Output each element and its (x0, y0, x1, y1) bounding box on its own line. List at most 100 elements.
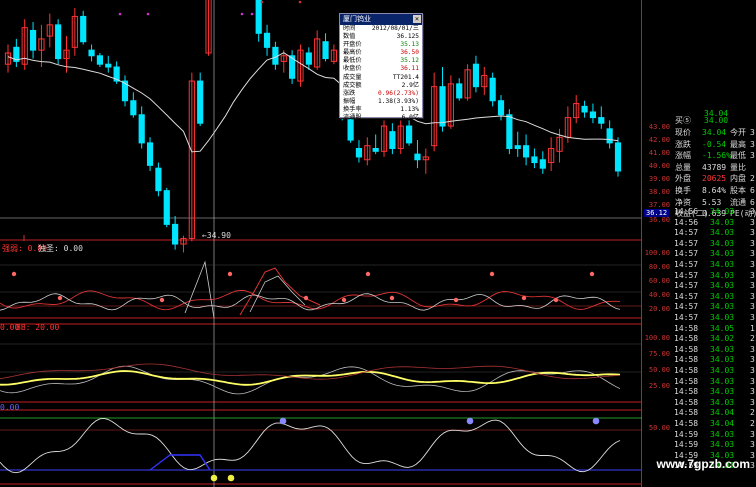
tick-row[interactable]: 14:58 34.04 2 (672, 408, 756, 419)
candle-body (522, 145, 530, 158)
tick-row[interactable]: 14:59 34.03 3 (672, 430, 756, 441)
quote-label-2: 内盘 (730, 174, 746, 184)
close-icon[interactable]: × (413, 15, 421, 23)
quote-value: 34.04 (702, 128, 727, 137)
candle-body (163, 190, 170, 225)
tick-volume: 3 (750, 440, 755, 450)
tooltip-row-value: 35.13 (400, 41, 419, 49)
chart-canvas[interactable] (0, 0, 642, 487)
tick-row[interactable]: 14:57 34.03 3 (672, 228, 756, 239)
candle-body (489, 77, 496, 102)
tick-row[interactable]: 14:57 34.03 3 (672, 281, 756, 292)
candle-body (146, 142, 154, 166)
candle-body (80, 15, 87, 43)
tick-price: 34.03 (710, 344, 735, 354)
ind2-axis-label: 50.00 (648, 366, 670, 374)
tick-row[interactable]: 14:56 34.03 3 (672, 218, 756, 229)
quote-row: 外盘 20625 内盘 2 (672, 173, 756, 185)
quote-label: 涨幅 (675, 151, 691, 161)
tick-price: 34.03 (710, 366, 735, 375)
tooltip-rows: 时间 2012/08/01/三 数值 36.125 开盘价 35.13 最高价 36.50 最低… (340, 25, 422, 122)
buy5-label: 买⑤ (675, 116, 691, 125)
tick-row[interactable]: 14:57 34.03 3 (672, 271, 756, 282)
signal-dot (57, 295, 63, 301)
quote-value: 43789 (702, 162, 727, 172)
tick-row[interactable]: 14:56 34.03 3 (672, 207, 756, 218)
tick-volume: 3 (750, 291, 755, 301)
tick-volume: 3 (750, 228, 755, 238)
tick-time: 14:58 (674, 376, 699, 386)
smiley-icon (466, 417, 474, 425)
top-marker (250, 12, 254, 16)
candle-body (197, 80, 204, 124)
tick-row[interactable]: 14:58 34.05 1 (672, 324, 756, 335)
quote-label-2: 股本 (730, 186, 746, 195)
quote-value: -0.54 (702, 139, 727, 149)
ind1-axis-label: 80.00 (648, 263, 670, 271)
kline-chart-area[interactable]: ←34.90 强弱: 0.00 独圣: 0.00 0.00 BB: 20.00 … (0, 0, 642, 487)
candle-body (88, 49, 95, 57)
tooltip-row-value: 0.96(2.73%) (378, 89, 419, 97)
tick-row[interactable]: 14:57 34.03 3 (672, 313, 756, 324)
quote-label: 外盘 (675, 174, 691, 184)
tooltip-row-label: 成交额 (343, 81, 362, 89)
tick-time: 14:57 (674, 291, 699, 301)
tick-volume: 3 (750, 397, 755, 407)
candle-body (96, 55, 104, 65)
tick-time: 14:57 (674, 281, 699, 291)
tick-row[interactable]: 14:59 34.03 3 (672, 440, 756, 451)
axis-label: 43.00 (648, 123, 670, 131)
quote-label-2: 最高 (730, 139, 746, 149)
ind3-label-a: 0.00 (0, 403, 20, 412)
tick-row[interactable]: 14:58 34.03 3 (672, 398, 756, 409)
tick-price: 34.04 (710, 408, 735, 418)
tick-row[interactable]: 14:58 34.02 21 (672, 334, 756, 345)
tooltip-titlebar[interactable]: 厦门钨业 × (340, 14, 422, 25)
signal-dot (227, 271, 233, 277)
tick-time: 14:58 (674, 344, 699, 354)
tick-row[interactable]: 14:57 34.03 3 (672, 239, 756, 250)
tick-time: 14:57 (674, 228, 699, 238)
axis-label: 38.00 (648, 188, 670, 196)
tick-price: 34.03 (710, 270, 735, 280)
tick-price: 34.03 (710, 397, 735, 407)
signal-dot (341, 297, 347, 303)
ind1-axis-label: 40.00 (648, 291, 670, 299)
candle-body (155, 167, 162, 192)
price-axis: 43.00 42.00 41.00 40.00 39.00 38.00 37.0… (642, 0, 672, 487)
data-tooltip-window[interactable]: 厦门钨业 × 时间 2012/08/01/三 数值 36.125 开盘价 35.13 最高价… (339, 13, 423, 121)
tooltip-row: 成交额 2.9亿 (340, 82, 422, 90)
tick-volume: 3 (750, 217, 755, 227)
candle-body (55, 24, 62, 60)
tick-row[interactable]: 14:58 34.03 3 (672, 366, 756, 377)
tick-row[interactable]: 14:58 34.03 3 (672, 377, 756, 388)
signal-dot (11, 271, 17, 277)
quote-label-2: 量比 (730, 162, 746, 172)
tooltip-row-value: 36.50 (400, 49, 419, 57)
quote-value: 20625 (702, 174, 727, 184)
tooltip-row-label: 流通股 (343, 114, 362, 122)
tick-row[interactable]: 14:58 34.03 3 (672, 345, 756, 356)
tick-volume: 3 (750, 376, 755, 386)
tick-price: 34.03 (710, 260, 735, 269)
tick-row[interactable]: 14:58 34.03 3 (672, 355, 756, 366)
tick-row[interactable]: 14:57 34.03 3 (672, 249, 756, 260)
tick-row[interactable]: 14:58 34.04 2 (672, 419, 756, 430)
candle-body (389, 131, 396, 150)
tick-time: 14:57 (674, 238, 699, 248)
signal-dot (589, 271, 595, 277)
tick-volume: 3 (750, 355, 755, 365)
candle-body (439, 86, 446, 127)
tooltip-row: 振幅 1.38(3.93%) (340, 98, 422, 106)
ind1-axis-label: 100.00 (644, 249, 670, 257)
candle-body (29, 29, 37, 51)
tick-volume: 3 (750, 270, 755, 280)
tooltip-row-value: 35.12 (400, 57, 419, 65)
quote-value: -1.56% (702, 151, 731, 161)
tick-row[interactable]: 14:57 34.03 3 (672, 292, 756, 303)
axis-label: 40.00 (648, 162, 670, 170)
tick-row[interactable]: 14:57 34.03 3 (672, 302, 756, 313)
quote-row: 现价 34.04 今开 3 (672, 127, 756, 139)
tick-row[interactable]: 14:58 34.03 3 (672, 387, 756, 398)
tick-row[interactable]: 14:57 34.03 3 (672, 260, 756, 271)
